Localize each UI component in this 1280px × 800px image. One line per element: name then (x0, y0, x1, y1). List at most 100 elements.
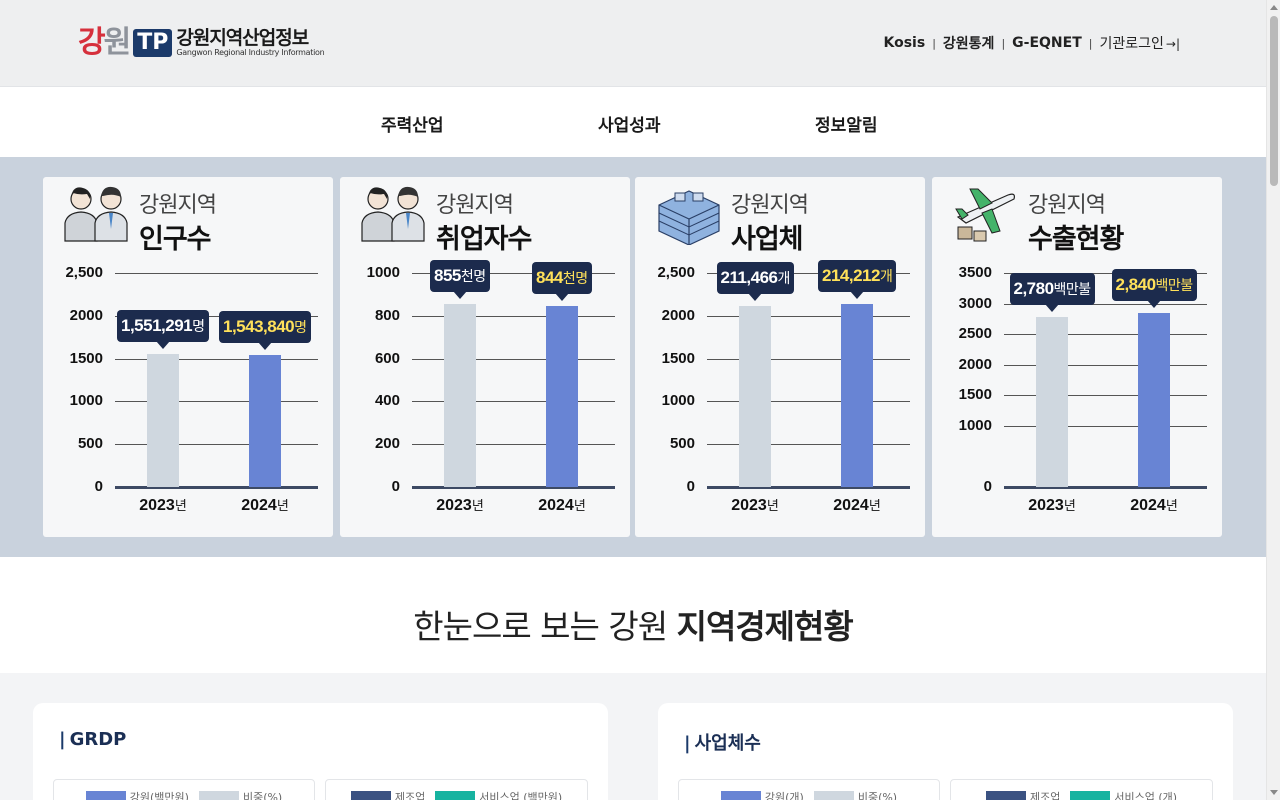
scrollbar-thumb[interactable] (1270, 16, 1278, 186)
y-tick-label: 2000 (661, 306, 695, 324)
data-label-callout: 214,212개 (818, 259, 897, 299)
chart-box-left: 강원(개) 비중(%) (678, 779, 940, 800)
chart-legend: 제조업 서비스업 (백만원) (326, 789, 587, 800)
gridline (412, 444, 615, 446)
y-tick-label: 2,500 (65, 264, 103, 281)
x-tick-label: 2023년 (139, 497, 187, 514)
y-tick-label: 1500 (661, 349, 695, 367)
login-arrow-icon: →| (1165, 37, 1180, 51)
nav-item-business-results[interactable]: 사업성과 (598, 111, 661, 136)
y-tick-label: 0 (686, 478, 695, 495)
gridline (412, 315, 615, 317)
legend-item: 비중(%) (813, 789, 898, 800)
y-tick-label: 1500 (958, 386, 992, 404)
card-subtitle: 강원지역 (139, 193, 217, 218)
people-icon (361, 186, 425, 242)
card-subtitle: 강원지역 (731, 193, 809, 218)
nav-item-main-industry[interactable]: 주력산업 (381, 111, 444, 136)
y-tick-label: 500 (77, 435, 103, 453)
bar-2023 (147, 354, 179, 487)
panel-title-text: 사업체수 (694, 733, 761, 754)
logo-english-name: Gangwon Regional Industry Information (176, 48, 325, 58)
logo-text: 강원지역산업정보 Gangwon Regional Industry Infor… (176, 28, 325, 58)
x-tick-label: 2024년 (241, 497, 289, 514)
nav-item-info-notice[interactable]: 정보알림 (815, 111, 878, 136)
gridline (115, 358, 318, 360)
util-link-geqnet[interactable]: G-EQNET (1012, 35, 1082, 51)
y-tick-label: 3500 (958, 264, 992, 281)
chart-box-right: 제조업 서비스업 (개) (950, 779, 1213, 800)
gridline (707, 315, 910, 317)
y-tick-label: 3000 (958, 294, 992, 312)
panel-title-text: GRDP (69, 729, 127, 750)
bar-2024 (841, 303, 873, 487)
gridline (115, 401, 318, 403)
title-bar-marker: | (684, 733, 691, 754)
data-label-callout: 2,780백만불 (1009, 273, 1095, 313)
gridline (1004, 395, 1207, 397)
panel-business-count: | 사업체수 강원(개) 비중(%) 제조업 서비스업 (개) (658, 703, 1233, 800)
card-title: 수출현황 (1028, 224, 1124, 255)
legend-swatch (435, 791, 476, 800)
x-tick-label: 2023년 (731, 497, 779, 514)
y-tick-label: 1500 (69, 349, 103, 367)
main-nav: 주력산업 사업성과 정보알림 (0, 87, 1266, 157)
legend-item: 서비스업 (개) (1070, 789, 1177, 800)
gridline (115, 273, 318, 274)
building-icon (658, 190, 720, 245)
scroll-up-arrow-icon[interactable] (1270, 5, 1278, 10)
util-separator: | (1001, 36, 1006, 50)
institution-login-link[interactable]: 기관로그인 →| (1099, 33, 1180, 53)
gridline (1004, 364, 1207, 366)
login-label: 기관로그인 (1099, 36, 1164, 52)
legend-label: 비중(%) (857, 791, 898, 800)
page-scrollbar[interactable] (1266, 0, 1280, 800)
legend-swatch (350, 791, 391, 800)
y-tick-label: 600 (374, 349, 400, 367)
data-label-callout: 2,840백만불 (1111, 269, 1197, 309)
gridline (412, 358, 615, 360)
gridline (707, 444, 910, 446)
economy-panels: | GRDP 강원(백만원) 비중(%) 제조업 서비스업 (백만원) | 사업체수 강… (0, 673, 1266, 800)
util-link-kosis[interactable]: Kosis (884, 35, 926, 51)
y-tick-label: 2000 (69, 306, 103, 324)
x-tick-label: 2024년 (833, 497, 881, 514)
data-label-callout: 211,466개 (716, 261, 794, 301)
legend-item: 제조업 (350, 789, 426, 800)
legend-item: 서비스업 (백만원) (435, 789, 562, 800)
util-link-gangwon-stats[interactable]: 강원통계 (943, 33, 995, 53)
section-title: 한눈으로 보는 강원 지역경제현황 (0, 600, 1266, 648)
x-tick-label: 2024년 (1130, 497, 1178, 514)
data-label-callout: 844천명 (532, 262, 592, 302)
card-title: 사업체 (731, 224, 804, 255)
x-axis-line (412, 486, 615, 489)
y-tick-label: 800 (374, 306, 400, 324)
card-subtitle: 강원지역 (1028, 193, 1106, 218)
card-title: 취업자수 (436, 224, 532, 255)
top-bar: 강원 TP 강원지역산업정보 Gangwon Regional Industry… (0, 0, 1266, 87)
stat-card-population: 강원지역 인구수 0 500 1000 1500 2000 2,500 2023년 1,551… (43, 177, 333, 537)
site-logo[interactable]: 강원 TP 강원지역산업정보 Gangwon Regional Industry… (78, 24, 325, 62)
section-title-light: 한눈으로 보는 강원 (413, 607, 677, 646)
x-tick-label: 2023년 (1028, 497, 1076, 514)
legend-label: 제조업 (394, 791, 426, 800)
gridline (707, 401, 910, 403)
gridline (1004, 425, 1207, 427)
legend-swatch (1070, 791, 1111, 800)
legend-item: 강원(개) (720, 789, 804, 800)
bar-2023 (1036, 317, 1068, 487)
y-tick-label: 0 (94, 478, 103, 495)
data-label-callout: 1,551,291명 (117, 310, 209, 350)
scroll-down-arrow-icon[interactable] (1270, 790, 1278, 795)
bar-chart: 0 1000 1500 2000 2500 3000 3500 2023년 2,780백만불 20… (932, 257, 1222, 527)
chart-box-left: 강원(백만원) 비중(%) (53, 779, 315, 800)
legend-label: 강원(백만원) (129, 791, 189, 800)
panel-title: | GRDP (59, 729, 126, 750)
chart-box-right: 제조업 서비스업 (백만원) (325, 779, 588, 800)
bar-2024 (1138, 313, 1170, 487)
chart-legend: 강원(개) 비중(%) (679, 789, 939, 800)
card-title: 인구수 (139, 224, 212, 255)
y-tick-label: 2500 (958, 325, 992, 343)
legend-label: 서비스업 (개) (1114, 791, 1178, 800)
x-axis-line (115, 486, 318, 489)
